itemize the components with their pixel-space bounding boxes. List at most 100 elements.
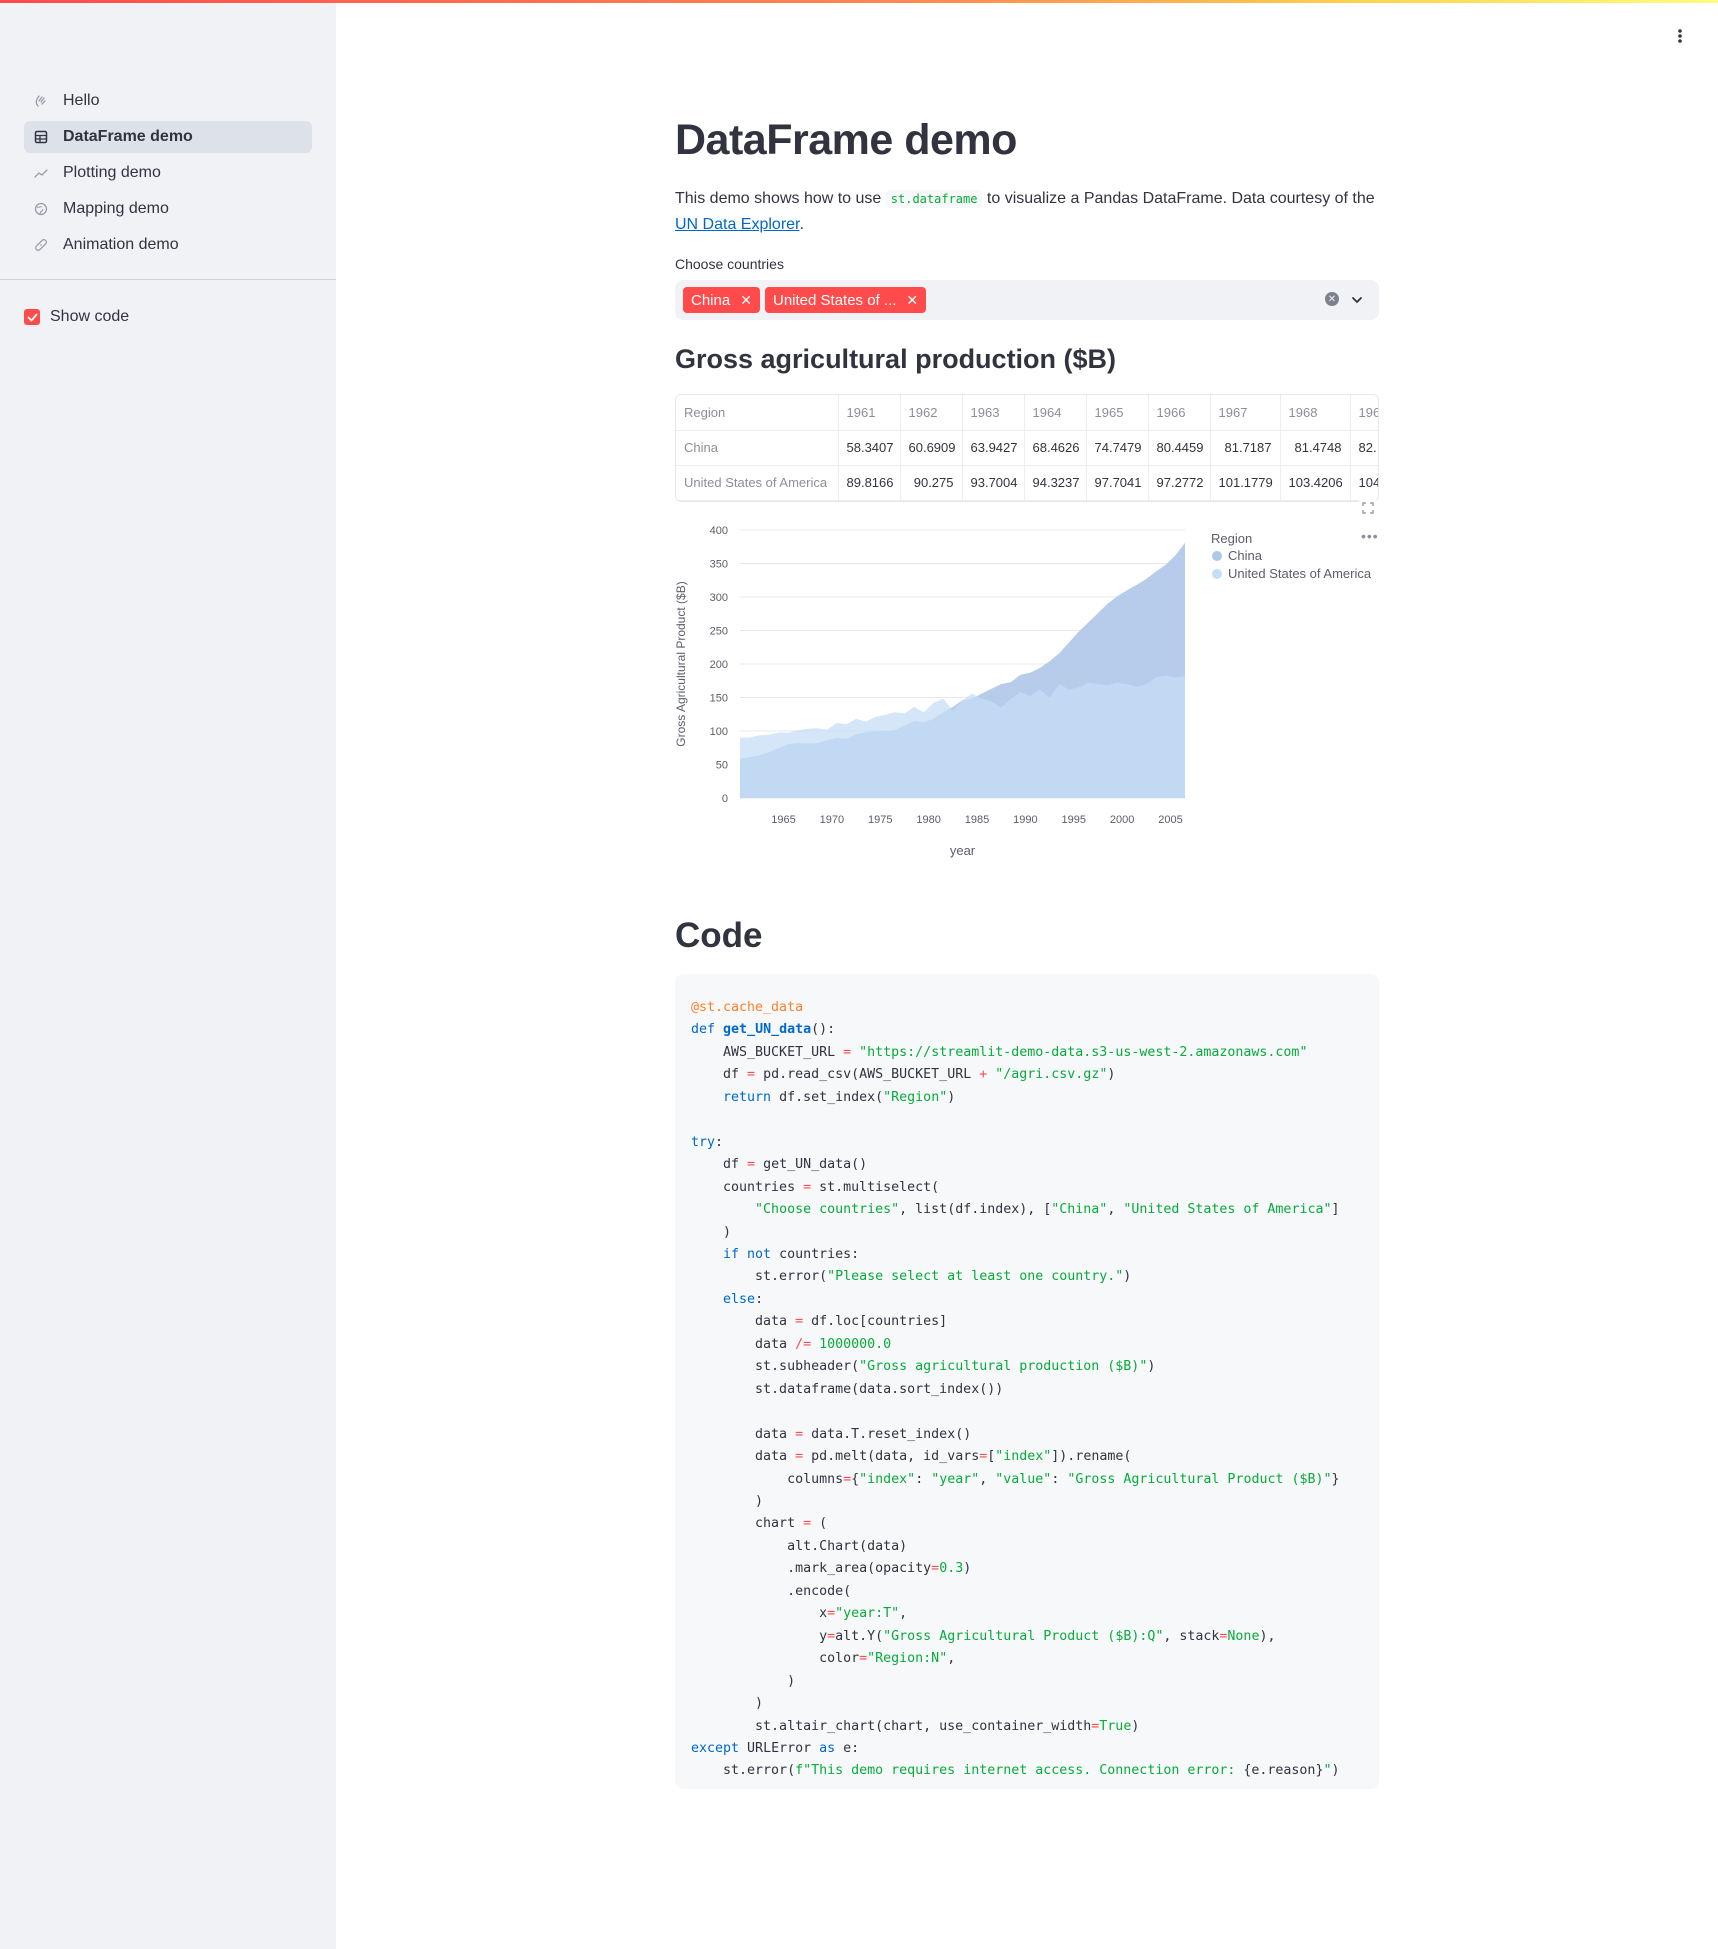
column-header[interactable]: 1966 [1148,395,1211,431]
row-header-cell[interactable]: United States of America [676,465,839,501]
legend-label: China [1228,548,1263,563]
sidebar-item-dataframe-demo[interactable]: DataFrame demo [24,121,312,153]
table-cell[interactable]: 89.8166 [838,465,901,501]
hand-wave-icon [32,92,50,110]
globe-icon [32,200,50,218]
page-title: DataFrame demo [675,116,1017,164]
chart-subheader: Gross agricultural production ($B) [675,344,1117,374]
sidebar-item-animation-demo[interactable]: Animation demo [24,229,312,261]
main-menu-button[interactable] [1668,24,1692,48]
fullscreen-icon[interactable] [1359,499,1377,517]
table-cell[interactable]: 80.4459 [1148,430,1211,466]
column-header[interactable]: Region [676,395,839,431]
sidebar-item-plotting-demo[interactable]: Plotting demo [24,157,312,189]
y-tick-label: 400 [710,525,728,537]
chip-label: China [691,291,731,309]
column-header[interactable]: 1968 [1280,395,1351,431]
x-tick-label: 1990 [1013,814,1037,826]
column-header[interactable]: 1969 [1350,395,1378,431]
chip-china[interactable]: China ✕ [683,287,760,313]
checkbox-checked-icon[interactable] [24,309,40,325]
table-header-row: Region 1961 1962 1963 1964 1965 1966 196… [676,395,1378,431]
code-heading: Code [675,916,763,955]
y-axis-title: Gross Agricultural Product ($B) [675,581,688,746]
table-cell[interactable]: 68.4626 [1024,430,1087,466]
y-tick-label: 50 [716,760,728,772]
table-cell[interactable]: 82. [1350,430,1378,466]
x-tick-label: 1980 [916,814,940,826]
table-cell[interactable]: 93.7004 [962,465,1025,501]
sidebar-item-label: Animation demo [63,236,179,253]
y-tick-label: 250 [710,626,728,638]
table-cell[interactable]: 103.4206 [1280,465,1351,501]
column-header[interactable]: 1967 [1210,395,1281,431]
chip-remove-icon[interactable]: ✕ [906,292,918,309]
x-tick-label: 1970 [820,814,844,826]
column-header[interactable]: 1961 [838,395,901,431]
intro-text-part: This demo shows how to use [675,190,886,207]
kebab-menu-icon [1678,29,1682,43]
un-data-explorer-link[interactable]: UN Data Explorer [675,216,800,233]
legend-swatch [1212,569,1222,579]
table-cell[interactable]: 58.3407 [838,430,901,466]
intro-text-part: to visualize a Pandas DataFrame. Data co… [982,190,1375,207]
table-cell[interactable]: 90.275 [900,465,963,501]
sidebar-item-hello[interactable]: Hello [24,85,312,117]
area-chart-svg: 0 50 100 150 200 250 300 350 400 1965 1970 1975 1980… [674,525,1372,858]
row-header-cell[interactable]: China [676,430,839,466]
y-tick-label: 200 [710,659,728,671]
source-code: @st.cache_data def get_UN_data(): AWS_BU… [691,1000,1340,1779]
table-cell[interactable]: 94.3237 [1024,465,1087,501]
y-tick-label: 300 [710,592,728,604]
multiselect-label: Choose countries [675,256,784,272]
table-cell[interactable]: 81.4748 [1280,430,1351,466]
chip-label: United States of ... [773,291,897,309]
table-cell[interactable]: 63.9427 [962,430,1025,466]
y-tick-label: 0 [722,793,728,805]
code-block[interactable]: @st.cache_data def get_UN_data(): AWS_BU… [675,974,1379,1789]
legend-swatch [1212,551,1222,561]
table-cell[interactable]: 97.2772 [1148,465,1211,501]
sidebar: Hello DataFrame demo Plotting demo Mappi… [0,3,336,1949]
column-header[interactable]: 1963 [962,395,1025,431]
countries-multiselect[interactable]: China ✕ United States of ... ✕ ✕ [675,280,1379,320]
x-tick-label: 1965 [771,814,795,826]
legend-title: Region [1211,531,1252,546]
chip-united-states[interactable]: United States of ... ✕ [765,287,927,313]
x-tick-label: 1985 [965,814,989,826]
column-header[interactable]: 1962 [900,395,963,431]
table-row: China 58.3407 60.6909 63.9427 68.4626 74… [676,430,1378,466]
column-header[interactable]: 1964 [1024,395,1087,431]
bandage-icon [32,236,50,254]
table-icon [32,128,50,146]
chevron-down-icon[interactable] [1348,291,1366,309]
intro-text: This demo shows how to use st.dataframe … [675,186,1379,237]
table-cell[interactable]: 97.7041 [1086,465,1149,501]
y-tick-label: 350 [710,559,728,571]
sidebar-divider [0,279,336,280]
sidebar-item-label: Mapping demo [63,200,169,217]
column-header[interactable]: 1965 [1086,395,1149,431]
table-cell[interactable]: 104. [1350,465,1378,501]
x-tick-label: 1975 [868,814,892,826]
clear-all-icon[interactable]: ✕ [1325,292,1339,306]
show-code-checkbox[interactable]: Show code [24,308,129,326]
x-axis-title: year [950,843,976,858]
table-cell[interactable]: 101.1779 [1210,465,1281,501]
x-tick-label: 1995 [1062,814,1086,826]
inline-code: st.dataframe [885,190,983,208]
sidebar-item-label: DataFrame demo [63,128,193,145]
y-tick-label: 100 [710,726,728,738]
sidebar-item-label: Plotting demo [63,164,161,181]
intro-text-part: . [799,216,804,233]
sidebar-item-mapping-demo[interactable]: Mapping demo [24,193,312,225]
table-cell[interactable]: 60.6909 [900,430,963,466]
sidebar-item-label: Hello [63,92,100,109]
table-cell[interactable]: 81.7187 [1210,430,1281,466]
dataframe-table[interactable]: Region 1961 1962 1963 1964 1965 1966 196… [675,394,1379,502]
x-tick-label: 2000 [1110,814,1134,826]
table-cell[interactable]: 74.7479 [1086,430,1149,466]
chart-more-options-icon[interactable]: ••• [1361,528,1379,544]
area-chart: 0 50 100 150 200 250 300 350 400 1965 1970 1975 1980… [674,518,1379,858]
chip-remove-icon[interactable]: ✕ [740,292,752,309]
